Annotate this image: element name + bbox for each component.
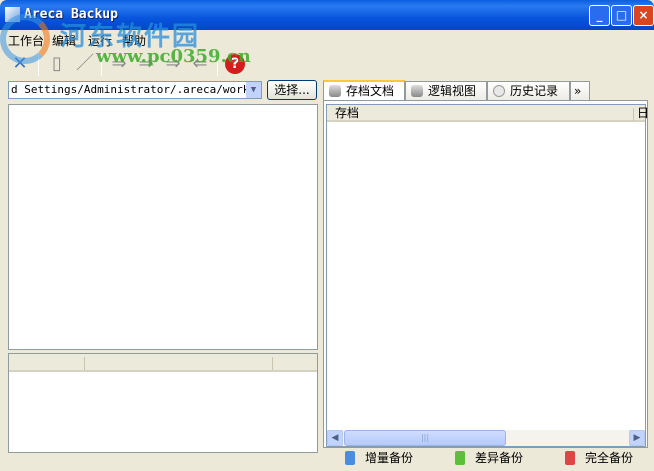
- legend-incremental: 增量备份: [345, 450, 413, 466]
- legend-differential: 差异备份: [455, 450, 523, 466]
- close-button[interactable]: ×: [633, 5, 654, 26]
- column-divider[interactable]: [272, 357, 273, 370]
- archives-panel: 存档 日 ◀ ||| ▶: [323, 100, 649, 448]
- full-backup-icon: [565, 451, 575, 465]
- maximize-button[interactable]: □: [611, 5, 632, 26]
- target-tree[interactable]: [8, 104, 318, 350]
- scroll-left-button[interactable]: ◀: [327, 430, 343, 446]
- scroll-thumb[interactable]: |||: [344, 430, 506, 446]
- differential-backup-icon: [455, 451, 465, 465]
- new-document-icon[interactable]: ▯: [44, 51, 70, 77]
- watermark-url: www.pc0359.cn: [96, 46, 251, 67]
- tab-label: 逻辑视图: [428, 84, 477, 98]
- chevron-down-icon[interactable]: ▼: [246, 82, 261, 98]
- tab-history[interactable]: 历史记录: [487, 81, 570, 100]
- horizontal-scrollbar[interactable]: ◀ ||| ▶: [327, 430, 645, 446]
- database-icon: [329, 85, 341, 97]
- minimize-button[interactable]: _: [589, 5, 610, 26]
- workspace-path-combo[interactable]: d Settings/Administrator/.areca/workspac…: [8, 81, 262, 99]
- choose-button[interactable]: 选择...: [267, 80, 317, 100]
- column-divider[interactable]: [633, 108, 634, 121]
- scroll-right-button[interactable]: ▶: [629, 430, 645, 446]
- legend-label: 完全备份: [585, 451, 634, 465]
- legend-full: 完全备份: [565, 450, 633, 466]
- legend-label: 增量备份: [365, 451, 414, 465]
- tab-label: 存档文档: [346, 84, 395, 98]
- table-header: [9, 354, 317, 372]
- database-icon: [411, 85, 423, 97]
- properties-table[interactable]: [8, 353, 318, 453]
- legend-label: 差异备份: [475, 451, 524, 465]
- tab-bar: 存档文档 逻辑视图 历史记录 »: [323, 80, 653, 101]
- column-archive[interactable]: 存档: [335, 105, 359, 121]
- incremental-backup-icon: [345, 451, 355, 465]
- list-header: 存档 日: [327, 105, 649, 122]
- workspace-path-value: d Settings/Administrator/.areca/workspac…: [11, 83, 262, 96]
- tabs-overflow-button[interactable]: »: [570, 81, 590, 100]
- tab-archives[interactable]: 存档文档: [323, 80, 405, 101]
- column-divider[interactable]: [84, 357, 85, 370]
- tab-label: 历史记录: [510, 84, 559, 98]
- tab-logical-view[interactable]: 逻辑视图: [405, 81, 487, 100]
- clock-icon: [493, 85, 505, 97]
- column-date[interactable]: 日: [637, 105, 649, 121]
- edit-icon[interactable]: ／: [72, 51, 98, 77]
- archives-list[interactable]: 存档 日 ◀ ||| ▶: [326, 104, 649, 447]
- watermark-logo: [0, 14, 50, 64]
